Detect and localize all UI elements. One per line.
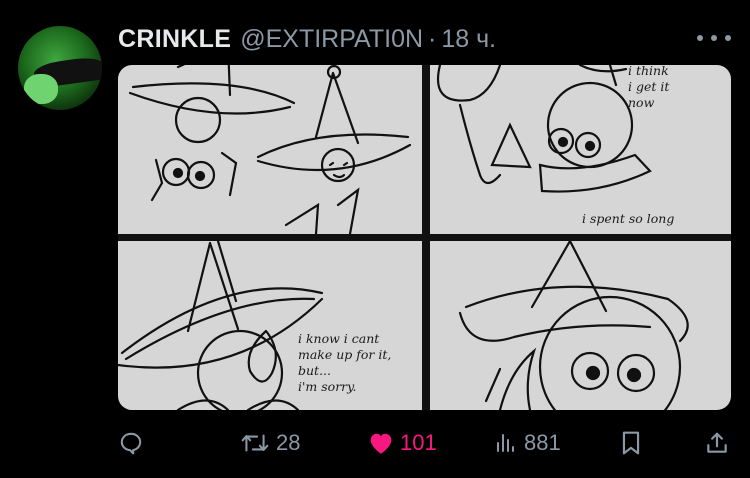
like-button[interactable]: 101 <box>368 423 437 463</box>
author-handle[interactable]: @EXTIRPATI0N <box>240 25 423 54</box>
reply-icon <box>120 432 142 455</box>
panel-3-caption: i know i cant make up for it, but... i'm… <box>298 331 392 394</box>
separator: · <box>428 24 437 53</box>
like-count: 101 <box>400 430 437 455</box>
panel-1-drawing <box>128 65 412 234</box>
retweet-button[interactable]: 28 <box>240 423 300 463</box>
retweet-icon <box>241 434 269 452</box>
comic-panel-2: i think i get it now i spent so long <box>430 65 731 234</box>
tweet-header: CRINKLE @EXTIRPATI0N · 18 ч. <box>118 24 496 54</box>
author-name[interactable]: CRINKLE <box>118 25 231 54</box>
panel-4-drawing <box>458 241 689 410</box>
more-icon[interactable] <box>697 26 731 50</box>
comic-panel-1 <box>118 65 422 234</box>
tweet-media[interactable]: i think i get it now i spent so long i k… <box>118 65 731 410</box>
avatar-face <box>24 74 58 104</box>
panel-2-caption-top: i think i get it now <box>628 65 670 110</box>
bookmark-button[interactable] <box>620 423 642 463</box>
heart-icon <box>370 433 392 454</box>
share-button[interactable] <box>704 423 730 463</box>
reply-button[interactable] <box>118 423 144 463</box>
comic-panel-3: i know i cant make up for it, but... i'm… <box>118 241 422 410</box>
avatar[interactable] <box>18 26 102 110</box>
views-count: 881 <box>524 430 561 455</box>
bookmark-icon <box>622 431 640 455</box>
panel-2-caption-bottom: i spent so long <box>582 211 675 226</box>
comic-panel-4 <box>430 241 731 410</box>
action-bar: 28 101 881 <box>118 423 731 463</box>
retweet-count: 28 <box>276 430 301 455</box>
share-icon <box>707 432 727 453</box>
views-icon <box>497 434 514 452</box>
views-button[interactable]: 881 <box>494 423 561 463</box>
timestamp[interactable]: 18 ч. <box>441 25 496 54</box>
